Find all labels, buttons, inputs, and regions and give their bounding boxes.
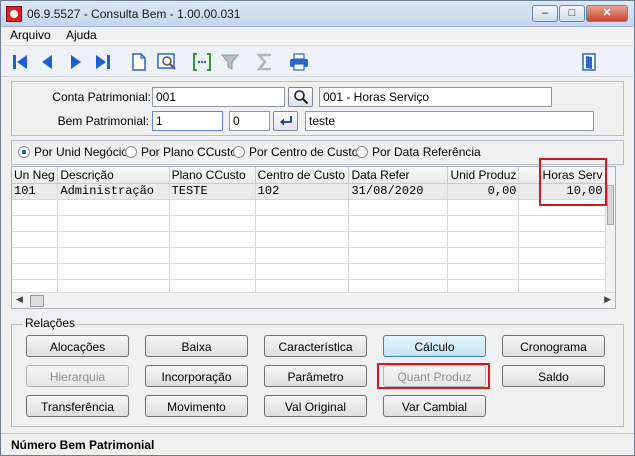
scroll-left-icon[interactable]: ◀ <box>16 294 23 305</box>
incorporacao-button[interactable]: Incorporação <box>145 365 248 387</box>
cell-data-refer: 31/08/2020 <box>348 183 449 200</box>
cell-unid-produz: 0,00 <box>447 183 520 200</box>
sort-option-centro-custo[interactable]: Por Centro de Custo <box>233 145 358 159</box>
previous-icon[interactable] <box>35 50 59 74</box>
toolbar <box>2 45 633 77</box>
sort-option-label: Por Centro de Custo <box>249 145 359 159</box>
radio-unid-negocio[interactable] <box>18 146 30 158</box>
first-icon[interactable] <box>8 50 32 74</box>
scroll-right-icon[interactable]: ▶ <box>604 294 611 305</box>
enter-return-icon <box>279 116 292 126</box>
sum-icon[interactable] <box>253 50 277 74</box>
transferencia-button[interactable]: Transferência <box>26 395 129 417</box>
bem-patrimonial-input[interactable]: 1 <box>152 111 223 131</box>
highlight-quant-produz <box>377 363 490 389</box>
sort-option-label: Por Data Referência <box>372 145 481 159</box>
search-button[interactable] <box>288 87 313 107</box>
radio-data-referencia[interactable] <box>356 146 368 158</box>
table-row-empty <box>12 215 615 232</box>
sort-option-data-referencia[interactable]: Por Data Referência <box>356 145 481 159</box>
table-row[interactable]: 101 Administração TESTE 102 31/08/2020 0… <box>12 183 615 200</box>
sort-option-label: Por Unid Negócio <box>34 145 129 159</box>
table-row-empty <box>12 199 615 216</box>
hierarquia-button[interactable]: Hierarquia <box>26 365 129 387</box>
menu-arquivo[interactable]: Arquivo <box>10 28 51 42</box>
menu-ajuda[interactable]: Ajuda <box>66 28 97 42</box>
calculo-button[interactable]: Cálculo <box>383 335 486 357</box>
bem-patrimonial-label: Bem Patrimonial: <box>57 114 149 128</box>
column-header-data-refer[interactable]: Data Refer <box>348 167 449 184</box>
preview-icon[interactable] <box>155 50 179 74</box>
conta-patrimonial-input[interactable]: 001 <box>152 87 285 107</box>
relations-title: Relações <box>23 316 78 330</box>
column-header-centro-custo[interactable]: Centro de Custo <box>255 167 350 184</box>
title-bar[interactable]: 06.9.5527 - Consulta Bem - 1.00.00.031 –… <box>1 1 634 27</box>
vertical-scroll-thumb[interactable] <box>607 185 614 225</box>
maximize-button[interactable]: □ <box>559 5 585 22</box>
highlight-horas-serv <box>539 158 607 206</box>
saldo-button[interactable]: Saldo <box>502 365 605 387</box>
cell-centro-custo: 102 <box>255 183 350 200</box>
sort-option-plano-ccusto[interactable]: Por Plano CCusto <box>125 145 237 159</box>
close-button[interactable]: ✕ <box>586 5 628 22</box>
sort-option-label: Por Plano CCusto <box>141 145 238 159</box>
table-row-empty <box>12 247 615 264</box>
cell-plano-ccusto: TESTE <box>169 183 256 200</box>
column-header-un-neg[interactable]: Un Neg <box>12 167 59 184</box>
radio-centro-custo[interactable] <box>233 146 245 158</box>
app-logo-icon <box>6 6 22 22</box>
val-original-button[interactable]: Val Original <box>264 395 367 417</box>
status-bar: Número Bem Patrimonial <box>1 433 634 455</box>
parametro-button[interactable]: Parâmetro <box>264 365 367 387</box>
column-header-unid-produz[interactable]: Unid Produz <box>447 167 520 184</box>
menu-bar: Arquivo Ajuda <box>1 27 634 45</box>
bem-sequence-input[interactable]: 0 <box>229 111 270 131</box>
grid-header-row: Un Neg Descrição Plano CCusto Centro de … <box>12 167 615 184</box>
cell-descricao: Administração <box>57 183 170 200</box>
horizontal-scrollbar[interactable]: ◀ ▶ <box>12 292 615 308</box>
bem-description-field: teste <box>305 111 594 131</box>
horizontal-scroll-thumb[interactable] <box>30 295 44 307</box>
search-icon <box>293 90 308 105</box>
window-title: 06.9.5527 - Consulta Bem - 1.00.00.031 <box>27 7 241 21</box>
var-cambial-button[interactable]: Var Cambial <box>383 395 486 417</box>
enter-button[interactable] <box>273 111 298 131</box>
baixa-button[interactable]: Baixa <box>145 335 248 357</box>
filter-icon[interactable] <box>218 50 242 74</box>
column-header-descricao[interactable]: Descrição <box>57 167 170 184</box>
cell-un-neg: 101 <box>12 183 59 200</box>
last-icon[interactable] <box>91 50 115 74</box>
movimento-button[interactable]: Movimento <box>145 395 248 417</box>
alocacoes-button[interactable]: Alocações <box>26 335 129 357</box>
bracket-select-icon[interactable] <box>190 50 214 74</box>
conta-description-field: 001 - Horas Serviço <box>319 87 552 107</box>
table-row-empty <box>12 231 615 248</box>
radio-plano-ccusto[interactable] <box>125 146 137 158</box>
column-header-plano-ccusto[interactable]: Plano CCusto <box>169 167 256 184</box>
sort-option-unid-negocio[interactable]: Por Unid Negócio <box>18 145 128 159</box>
conta-patrimonial-label: Conta Patrimonial: <box>52 90 151 104</box>
print-icon[interactable] <box>287 50 311 74</box>
cronograma-button[interactable]: Cronograma <box>502 335 605 357</box>
table-row-empty <box>12 263 615 280</box>
data-grid[interactable]: Un Neg Descrição Plano CCusto Centro de … <box>11 166 616 309</box>
app-window: 06.9.5527 - Consulta Bem - 1.00.00.031 –… <box>0 0 635 456</box>
next-icon[interactable] <box>64 50 88 74</box>
caracteristica-button[interactable]: Característica <box>264 335 367 357</box>
new-document-icon[interactable] <box>127 50 151 74</box>
exit-door-icon[interactable] <box>577 50 601 74</box>
minimize-button[interactable]: – <box>532 5 558 22</box>
window-controls: – □ ✕ <box>531 5 628 22</box>
